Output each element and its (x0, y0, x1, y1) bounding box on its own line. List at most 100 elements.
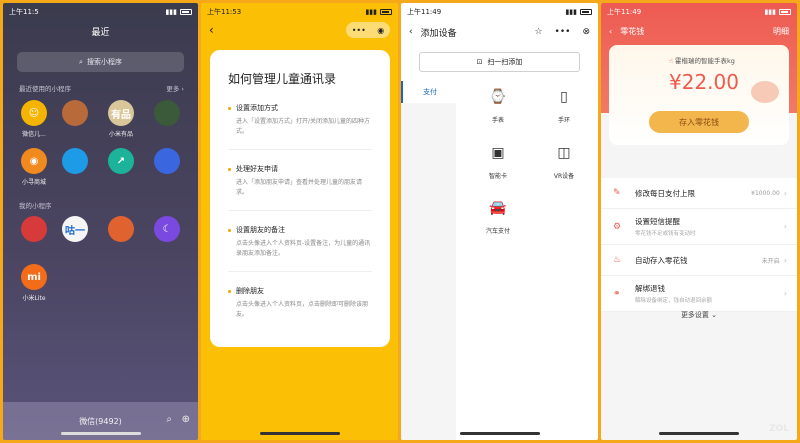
row-icon: ✎ (613, 188, 621, 198)
settings-row[interactable]: ✎ 修改每日支付上限 ¥1000.00 › (601, 178, 797, 209)
app-label: 微信儿... (22, 131, 46, 138)
settings-list: ✎ 修改每日支付上限 ¥1000.00 › ⚙ 设置短信提醒 零花钱不足或钱有变动时 › ♨ 自动… (601, 178, 797, 312)
row-text: 自动存入零花钱 (635, 255, 688, 266)
status-icons: ▮▮▮ (565, 8, 592, 16)
app-item[interactable] (14, 216, 54, 245)
status-bar: 上午11:53 ▮▮▮ (201, 3, 398, 21)
battery-icon (380, 9, 392, 15)
more-settings-link[interactable]: 更多设置 ⌄ (601, 310, 797, 320)
row-icon: ⚭ (613, 288, 621, 299)
app-icon (62, 100, 88, 126)
row-subtitle: 解除设备绑定，钱自动退回余额 (635, 298, 713, 304)
capsule-menu[interactable]: ••• ◉ (346, 22, 390, 38)
app-icon (62, 148, 88, 174)
back-icon[interactable]: ‹ (409, 27, 413, 37)
device-icon: ◫ (557, 145, 571, 161)
status-icons: ▮▮▮ (365, 8, 392, 16)
add-icon[interactable]: ⊕ (182, 414, 190, 425)
device-owner: ☝ 霍楷瑞的智能手表kg (669, 55, 735, 65)
close-target-icon[interactable]: ⊗ (582, 27, 590, 37)
status-icons: ▮▮▮ (165, 8, 192, 16)
scan-icon: ⊡ (476, 58, 483, 66)
row-subtitle: 零花钱不足或钱有变动时 (635, 231, 696, 237)
device-option[interactable]: ⌚ 手表 (473, 85, 523, 124)
piggy-bank-icon (751, 81, 779, 103)
app-icon: 咕一 (62, 216, 88, 242)
app-item[interactable] (55, 100, 95, 129)
app-icon (154, 148, 180, 174)
close-target-icon[interactable]: ◉ (377, 26, 384, 35)
step-desc: 进入「设置添加方式」打开/关闭添加儿童的四种方式。 (236, 118, 371, 135)
more-dots-icon[interactable]: ••• (352, 26, 366, 35)
app-icon: ◉ (21, 148, 47, 174)
status-time: 上午11:53 (207, 8, 242, 16)
app-icon (154, 100, 180, 126)
screenshot-collage: 上午11:5 ▮▮▮ 最近 ⌕ 搜索小程序 最近使用的小程序 更多 › ☺ 微信儿… (0, 0, 800, 443)
more-dots-icon[interactable]: ••• (555, 27, 571, 37)
chevron-right-icon: › (783, 222, 787, 231)
app-item[interactable]: 有品 小米有品 (101, 100, 141, 138)
scan-label: 扫一扫添加 (487, 58, 523, 66)
app-item[interactable]: mi 小米Lite (14, 264, 54, 302)
app-item[interactable]: ◉ 小寻商城 (14, 148, 54, 186)
device-option[interactable]: ◫ VR设备 (539, 141, 589, 180)
settings-row[interactable]: ⚙ 设置短信提醒零花钱不足或钱有变动时 › (601, 209, 797, 245)
signal-icon: ▮▮▮ (365, 8, 377, 16)
app-label: 小米Lite (22, 295, 46, 302)
detail-link[interactable]: 明细 (773, 26, 789, 37)
step-title: 设置朋友的备注 (228, 225, 372, 235)
search-icon: ⌕ (79, 57, 83, 66)
app-item[interactable] (147, 148, 187, 177)
app-item[interactable]: ☾ (147, 216, 187, 245)
star-icon[interactable]: ☆ (534, 27, 542, 37)
more-link[interactable]: 更多 › (166, 83, 184, 93)
row-icon: ♨ (613, 255, 622, 265)
row-title: 修改每日支付上限 (635, 188, 695, 198)
row-title: 设置短信提醒 (635, 217, 680, 226)
back-icon[interactable]: ‹ (209, 23, 214, 37)
steps-list: 设置添加方式 进入「设置添加方式」打开/关闭添加儿童的四种方式。 处理好友申请 进入「… (228, 103, 372, 332)
device-option[interactable]: 🚘 汽车支付 (473, 196, 523, 235)
page-title: 添加设备 (420, 28, 457, 39)
signal-icon: ▮▮▮ (165, 8, 177, 16)
app-icon: 有品 (108, 100, 134, 126)
chevron-right-icon: › (783, 188, 787, 198)
watermark-logo: ZOL (769, 424, 789, 434)
signal-icon: ▮▮▮ (764, 8, 776, 16)
back-icon[interactable]: ‹ (609, 27, 612, 36)
app-icon: ↗ (108, 148, 134, 174)
deposit-button[interactable]: 存入零花钱 (649, 111, 749, 133)
app-item[interactable] (147, 100, 187, 129)
signal-icon: ▮▮▮ (565, 8, 577, 16)
scan-add-button[interactable]: ⊡ 扫一扫添加 (419, 52, 580, 72)
tab-payment[interactable]: 支付 (401, 81, 456, 103)
app-item[interactable]: 咕一 (55, 216, 95, 245)
device-option[interactable]: ▣ 智能卡 (473, 141, 523, 180)
app-icon (108, 216, 134, 242)
battery-icon (779, 9, 791, 15)
settings-row[interactable]: ⚭ 解绑退钱 解除设备绑定，钱自动退回余额 › (601, 276, 797, 312)
home-indicator (259, 432, 340, 435)
device-icon: ▣ (491, 145, 505, 161)
step-title: 设置添加方式 (228, 103, 372, 113)
step-desc: 点击头像进入个人资料页，点击删除即可删除该朋友。 (236, 301, 369, 318)
step-title: 删除朋友 (228, 286, 372, 296)
app-item[interactable] (55, 148, 95, 177)
search-icon[interactable]: ⌕ (166, 414, 172, 425)
device-option[interactable]: ▯ 手环 (539, 85, 589, 124)
app-item[interactable] (101, 216, 141, 245)
device-icon: ⌚ (489, 89, 507, 105)
search-input[interactable]: ⌕ 搜索小程序 (17, 52, 184, 72)
status-bar: 上午11:49 ▮▮▮ (601, 3, 797, 21)
settings-row[interactable]: ♨ 自动存入零花钱 未开启 › (601, 245, 797, 276)
add-device-panel: 上午11:49 ▮▮▮ ‹ 添加设备 ☆ ••• ⊗ ⊡ 扫一扫添加 支付 ⌚ 手… (401, 3, 598, 440)
app-item[interactable]: ☺ 微信儿... (14, 100, 54, 138)
app-item[interactable]: ↗ (101, 148, 141, 177)
balance-amount: ¥22.00 (669, 70, 739, 94)
chevron-right-icon: › (783, 289, 787, 298)
guide-step: 删除朋友点击头像进入个人资料页，点击删除即可删除该朋友。 (228, 286, 372, 332)
miniprogram-panel: 上午11:5 ▮▮▮ 最近 ⌕ 搜索小程序 最近使用的小程序 更多 › ☺ 微信儿… (3, 3, 198, 440)
row-icon: ⚙ (613, 221, 622, 232)
battery-icon (580, 9, 592, 15)
status-time: 上午11:49 (407, 8, 442, 16)
